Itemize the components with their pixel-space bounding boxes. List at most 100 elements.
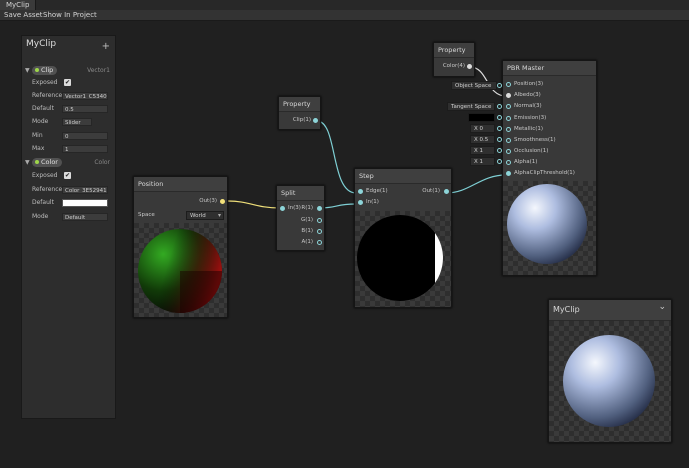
step-edge-port[interactable]: Edge(1) <box>366 187 388 196</box>
pbr-preview-sphere <box>507 184 587 264</box>
property-type: Vector1 <box>87 67 110 74</box>
window-tab-bar: MyClip <box>0 0 689 10</box>
pbr-port-smoothness[interactable]: Smoothness(1) <box>514 136 556 145</box>
occlusion-field[interactable]: X 1 <box>470 146 495 155</box>
pbr-master-node[interactable]: PBR Master Position(3) Albedo(3) Normal(… <box>502 60 597 276</box>
property-color-node[interactable]: Property Color(4) <box>433 42 475 77</box>
step-node[interactable]: Step Edge(1) In(1) Out(1) <box>354 168 452 308</box>
output-pin-icon[interactable] <box>220 199 225 204</box>
default-field[interactable]: 0.5 <box>62 105 108 113</box>
pbr-port-alpha[interactable]: Alpha(1) <box>514 158 537 167</box>
reference-field[interactable]: Vector1_C53409 <box>62 92 108 100</box>
node-title: Split <box>277 186 324 201</box>
split-out-r[interactable]: R(1) <box>301 204 313 213</box>
pbr-preview <box>503 181 596 275</box>
input-pin-icon[interactable] <box>506 171 511 176</box>
connector-dot-icon <box>497 115 502 120</box>
window-tab[interactable]: MyClip <box>0 0 37 10</box>
mode-dropdown[interactable]: Slider <box>62 118 92 126</box>
node-title: Property <box>279 97 320 112</box>
main-preview-title: MyClip <box>549 300 671 321</box>
alpha-field[interactable]: X 1 <box>470 157 495 166</box>
property-clip-node[interactable]: Property Clip(1) <box>278 96 321 130</box>
exposed-checkbox[interactable]: ✔ <box>64 79 71 86</box>
property-dot-icon <box>35 160 39 164</box>
position-space-dropdown[interactable]: Object Space <box>451 81 497 90</box>
expand-triangle-icon[interactable]: ▼ <box>25 65 30 76</box>
connector-dot-icon <box>497 126 502 131</box>
split-out-a[interactable]: A(1) <box>301 238 313 247</box>
split-out-b[interactable]: B(1) <box>301 227 313 236</box>
pbr-port-position[interactable]: Position(3) <box>514 80 543 89</box>
min-field[interactable]: 0 <box>62 132 108 140</box>
step-preview <box>355 211 451 307</box>
connector-dot-icon <box>497 137 502 142</box>
emission-color-field[interactable] <box>468 113 495 122</box>
pbr-port-occlusion[interactable]: Occlusion(1) <box>514 147 548 156</box>
color-out-port[interactable]: Color(4) <box>443 62 465 71</box>
input-pin-icon[interactable] <box>506 160 511 165</box>
input-pin-icon[interactable] <box>506 93 511 98</box>
output-pin-icon[interactable] <box>467 64 472 69</box>
chevron-down-icon[interactable]: ⌄ <box>658 302 666 312</box>
node-title: Property <box>434 43 474 58</box>
output-pin-icon[interactable] <box>317 229 322 234</box>
exposed-checkbox[interactable]: ✔ <box>64 172 71 179</box>
connector-dot-icon <box>497 148 502 153</box>
wire-clip-step <box>316 120 357 194</box>
input-pin-icon[interactable] <box>506 149 511 154</box>
input-pin-icon[interactable] <box>506 127 511 132</box>
step-in-port[interactable]: In(1) <box>366 198 379 207</box>
graph-canvas[interactable]: MyClip + ▼ Clip Vector1 Exposed ✔ Referen… <box>0 21 689 468</box>
pbr-port-metallic[interactable]: Metallic(1) <box>514 125 543 134</box>
position-preview-sphere <box>138 229 222 313</box>
step-out-port[interactable]: Out(1) <box>422 187 440 196</box>
input-pin-icon[interactable] <box>358 200 363 205</box>
split-node[interactable]: Split In(3) R(1) G(1) B(1) A(1) <box>276 185 325 251</box>
input-pin-icon[interactable] <box>358 189 363 194</box>
mode-row: Mode Default <box>22 212 115 222</box>
property-clip-header[interactable]: ▼ Clip Vector1 <box>22 65 115 76</box>
reference-field[interactable]: Color_3E529413 <box>62 186 108 194</box>
clip-out-port[interactable]: Clip(1) <box>293 116 311 125</box>
position-out-port[interactable]: Out(3) <box>199 197 217 206</box>
property-dot-icon <box>35 68 39 72</box>
normal-space-dropdown[interactable]: Tangent Space <box>447 102 495 111</box>
position-node[interactable]: Position Out(3) Space World ▾ <box>133 176 228 318</box>
default-color-swatch[interactable] <box>62 199 108 207</box>
mode-dropdown[interactable]: Default <box>62 213 108 221</box>
input-pin-icon[interactable] <box>506 138 511 143</box>
split-out-g[interactable]: G(1) <box>301 216 313 225</box>
pbr-port-emission[interactable]: Emission(3) <box>514 114 546 123</box>
max-field[interactable]: 1 <box>62 145 108 153</box>
output-pin-icon[interactable] <box>317 240 322 245</box>
output-pin-icon[interactable] <box>317 206 322 211</box>
main-preview-render[interactable] <box>549 321 671 442</box>
input-pin-icon[interactable] <box>506 116 511 121</box>
blackboard-title: MyClip <box>26 39 57 49</box>
output-pin-icon[interactable] <box>317 218 322 223</box>
save-asset-button[interactable]: Save Asset <box>4 10 43 20</box>
property-color-header[interactable]: ▼ Color Color <box>22 157 115 168</box>
smoothness-field[interactable]: X 0.5 <box>470 135 495 144</box>
pbr-port-alphaclip[interactable]: AlphaClipThreshold(1) <box>514 169 575 178</box>
split-in-port[interactable]: In(3) <box>288 204 301 213</box>
input-pin-icon[interactable] <box>506 104 511 109</box>
property-clip-pill[interactable]: Clip <box>32 66 58 75</box>
toolbar: Save Asset Show In Project <box>0 10 689 21</box>
add-property-button[interactable]: + <box>102 41 110 52</box>
show-in-project-button[interactable]: Show In Project <box>43 10 97 20</box>
output-pin-icon[interactable] <box>313 118 318 123</box>
wire-step-pbr <box>445 174 507 194</box>
pbr-port-albedo[interactable]: Albedo(3) <box>514 91 541 100</box>
connector-dot-icon <box>497 104 502 109</box>
expand-triangle-icon[interactable]: ▼ <box>25 157 30 168</box>
step-preview-sphere <box>357 215 443 301</box>
metallic-field[interactable]: X 0 <box>470 124 495 133</box>
property-color-pill[interactable]: Color <box>32 158 62 167</box>
output-pin-icon[interactable] <box>444 189 449 194</box>
input-pin-icon[interactable] <box>506 82 511 87</box>
input-pin-icon[interactable] <box>280 206 285 211</box>
reference-row: Reference Color_3E529413 <box>32 186 108 194</box>
pbr-port-normal[interactable]: Normal(3) <box>514 102 542 111</box>
